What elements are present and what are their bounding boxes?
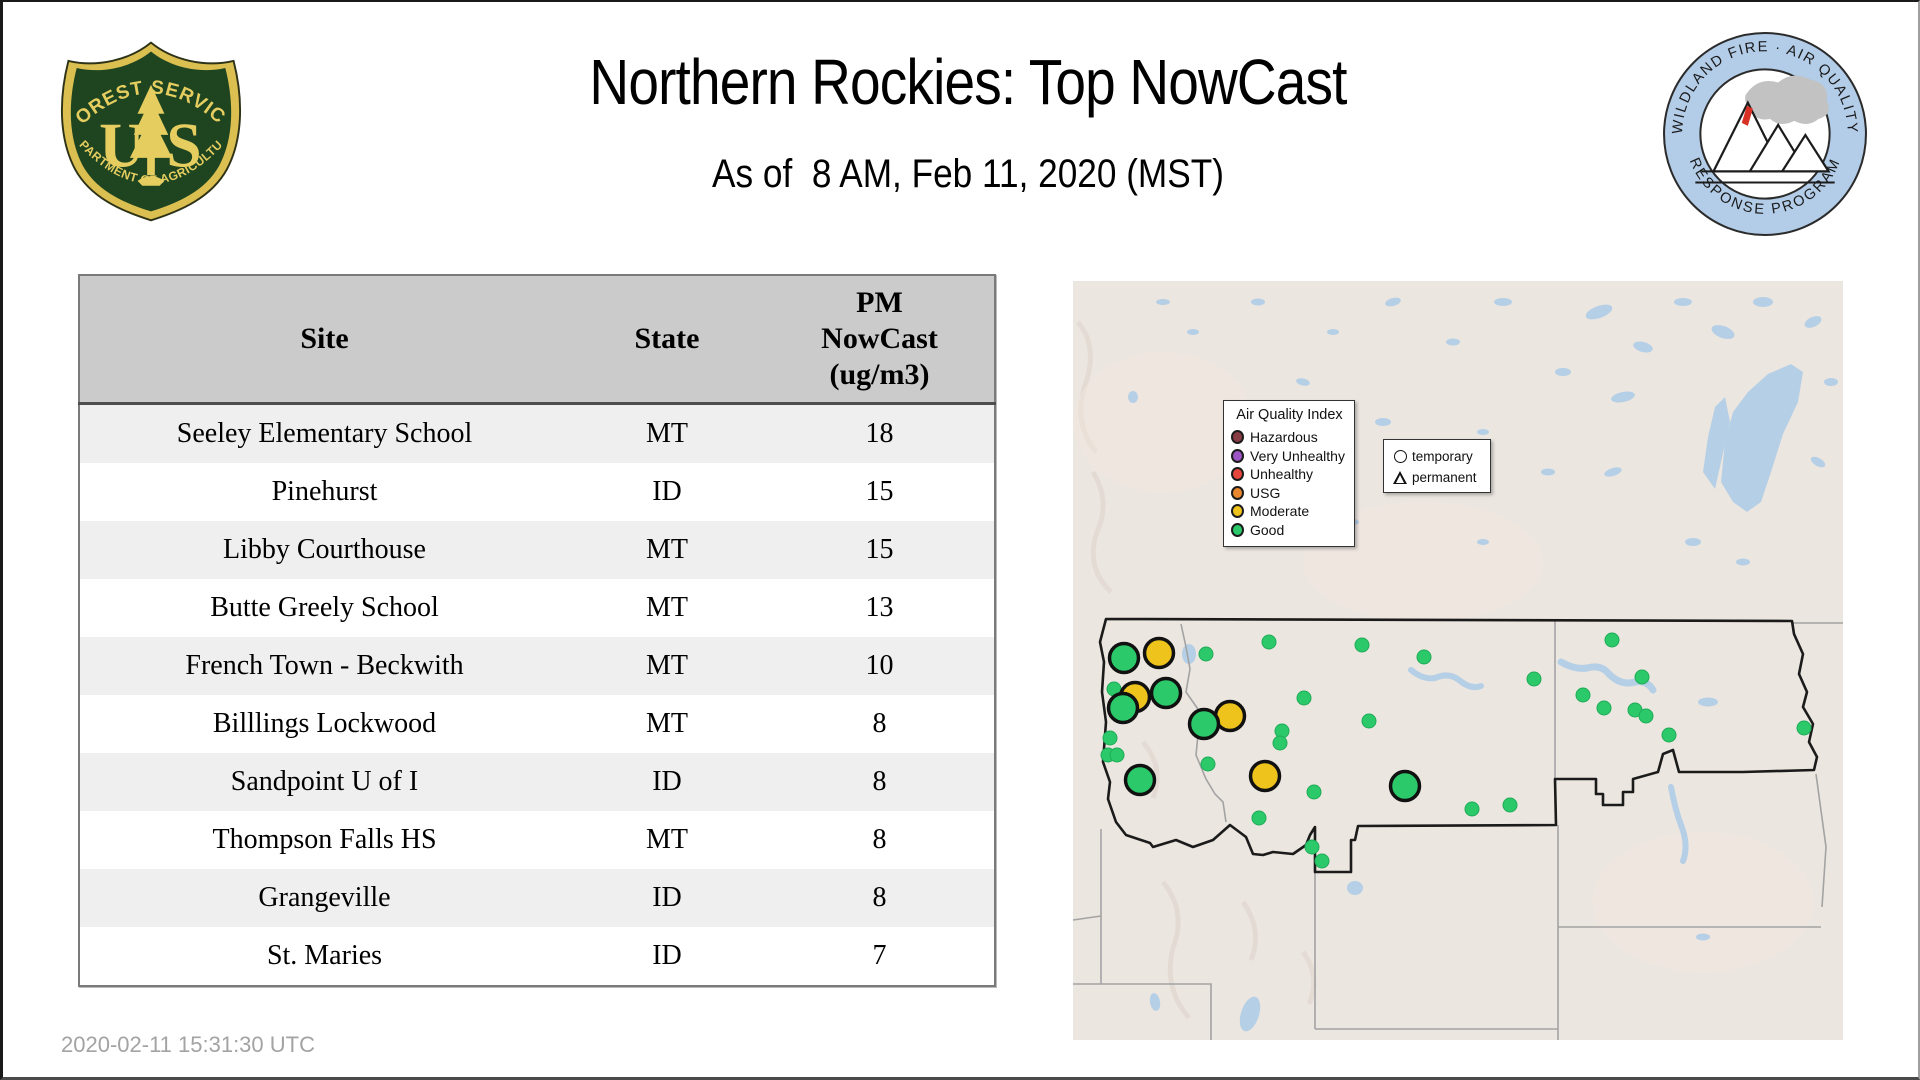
aqi-legend-entry: Moderate: [1231, 502, 1348, 521]
monitor-dot-large: [1388, 769, 1422, 803]
monitor-dot-small: [1251, 810, 1267, 826]
permanent-triangle-icon: [1392, 471, 1408, 484]
wfaqrp-badge-icon: WILDLAND FIRE · AIR QUALITY RESPONSE PRO…: [1663, 32, 1867, 236]
aqi-dot-icon: [1231, 485, 1244, 500]
permanent-legend-row: permanent: [1392, 467, 1486, 488]
table-row: Libby Courthouse MT 15: [79, 521, 995, 579]
temporary-legend-row: temporary: [1392, 446, 1486, 467]
monitor-dot-small: [1314, 853, 1330, 869]
monitor-dot-small: [1634, 669, 1650, 685]
monitor-dot-small: [1526, 671, 1542, 687]
monitor-dot-small: [1638, 708, 1654, 724]
aqi-dot-icon: [1231, 448, 1244, 463]
aqi-legend-label: Moderate: [1250, 503, 1310, 520]
forest-service-shield-icon: FOREST SERVICE U S DEPARTMENT OF AGRICUL…: [48, 23, 242, 222]
monitor-dot-small: [1502, 797, 1518, 813]
aqi-legend-label: USG: [1250, 484, 1281, 501]
monitor-dot-small: [1306, 784, 1322, 800]
table-row: Sandpoint U of I ID 8: [79, 753, 995, 811]
aqi-dot-icon: [1231, 430, 1244, 445]
monitor-dot-small: [1102, 730, 1118, 746]
monitor-map: Air Quality Index Hazardous Very Unhealth…: [1073, 281, 1843, 1040]
monitor-dot-small: [1575, 687, 1591, 703]
wfaqrp-logo: WILDLAND FIRE · AIR QUALITY RESPONSE PRO…: [1661, 30, 1869, 238]
aqi-dot-icon: [1231, 522, 1244, 537]
monitor-dot-large: [1248, 759, 1282, 793]
monitor-dot-small: [1296, 690, 1312, 706]
column-header-state: State: [569, 275, 765, 405]
aqi-dot-icon: [1231, 504, 1244, 519]
report-page: FOREST SERVICE U S DEPARTMENT OF AGRICUL…: [0, 0, 1920, 1080]
table-row: French Town - Beckwith MT 10: [79, 637, 995, 695]
aqi-legend-entry: Unhealthy: [1231, 465, 1348, 484]
page-title: Northern Rockies: Top NowCast: [589, 46, 1347, 118]
nowcast-table: Site State PM NowCast (ug/m3) Seeley Ele…: [78, 274, 996, 987]
marker-type-legend: temporary permanent: [1383, 439, 1491, 493]
aqi-legend-entry: Very Unhealthy: [1231, 447, 1348, 466]
aqi-legend-title: Air Quality Index: [1236, 407, 1343, 423]
aqi-legend: Air Quality Index Hazardous Very Unhealth…: [1223, 400, 1355, 547]
column-header-value: PM NowCast (ug/m3): [765, 275, 995, 405]
forest-service-logo: FOREST SERVICE U S DEPARTMENT OF AGRICUL…: [48, 23, 247, 224]
monitor-dot-large: [1149, 676, 1183, 710]
table-row: Seeley Elementary School MT 18: [79, 403, 995, 463]
aqi-dot-icon: [1231, 467, 1244, 482]
monitor-dot-small: [1604, 632, 1620, 648]
aqi-legend-label: Good: [1250, 521, 1285, 538]
temporary-circle-icon: [1392, 450, 1408, 463]
table-row: Grangeville ID 8: [79, 869, 995, 927]
monitor-dot-large: [1142, 636, 1176, 670]
table-row: Thompson Falls HS MT 8: [79, 811, 995, 869]
monitor-dot-large: [1123, 763, 1157, 797]
map-canvas: [1073, 281, 1843, 1040]
table-header-row: Site State PM NowCast (ug/m3): [79, 275, 995, 405]
aqi-legend-entry: Hazardous: [1231, 428, 1348, 447]
column-header-site: Site: [79, 275, 569, 405]
aqi-legend-label: Very Unhealthy: [1250, 447, 1345, 464]
aqi-legend-label: Unhealthy: [1250, 466, 1314, 483]
table-row: Butte Greely School MT 13: [79, 579, 995, 637]
aqi-legend-label: Hazardous: [1250, 429, 1318, 446]
page-subtitle: As of 8 AM, Feb 11, 2020 (MST): [712, 152, 1224, 196]
table-row: St. Maries ID 7: [79, 927, 995, 986]
monitor-dot-small: [1198, 646, 1214, 662]
monitor-dot-small: [1200, 756, 1216, 772]
monitor-dot-large: [1187, 707, 1221, 741]
generated-timestamp: 2020-02-11 15:31:30 UTC: [61, 1032, 315, 1057]
monitor-dot-small: [1464, 801, 1480, 817]
table-row: Pinehurst ID 15: [79, 463, 995, 521]
aqi-legend-entry: Good: [1231, 521, 1348, 540]
monitor-dot-small: [1109, 747, 1125, 763]
monitor-dot-large: [1106, 691, 1140, 725]
monitor-dot-small: [1361, 713, 1377, 729]
monitor-dot-small: [1596, 700, 1612, 716]
monitor-dot-small: [1354, 637, 1370, 653]
aqi-legend-entry: USG: [1231, 484, 1348, 503]
monitor-dot-small: [1304, 839, 1320, 855]
table-row: Billlings Lockwood MT 8: [79, 695, 995, 753]
monitor-dot-small: [1272, 735, 1288, 751]
monitor-dot-small: [1261, 634, 1277, 650]
monitor-dot-small: [1796, 720, 1812, 736]
monitor-dot-small: [1661, 727, 1677, 743]
monitor-dot-large: [1107, 641, 1141, 675]
monitor-dot-small: [1416, 649, 1432, 665]
